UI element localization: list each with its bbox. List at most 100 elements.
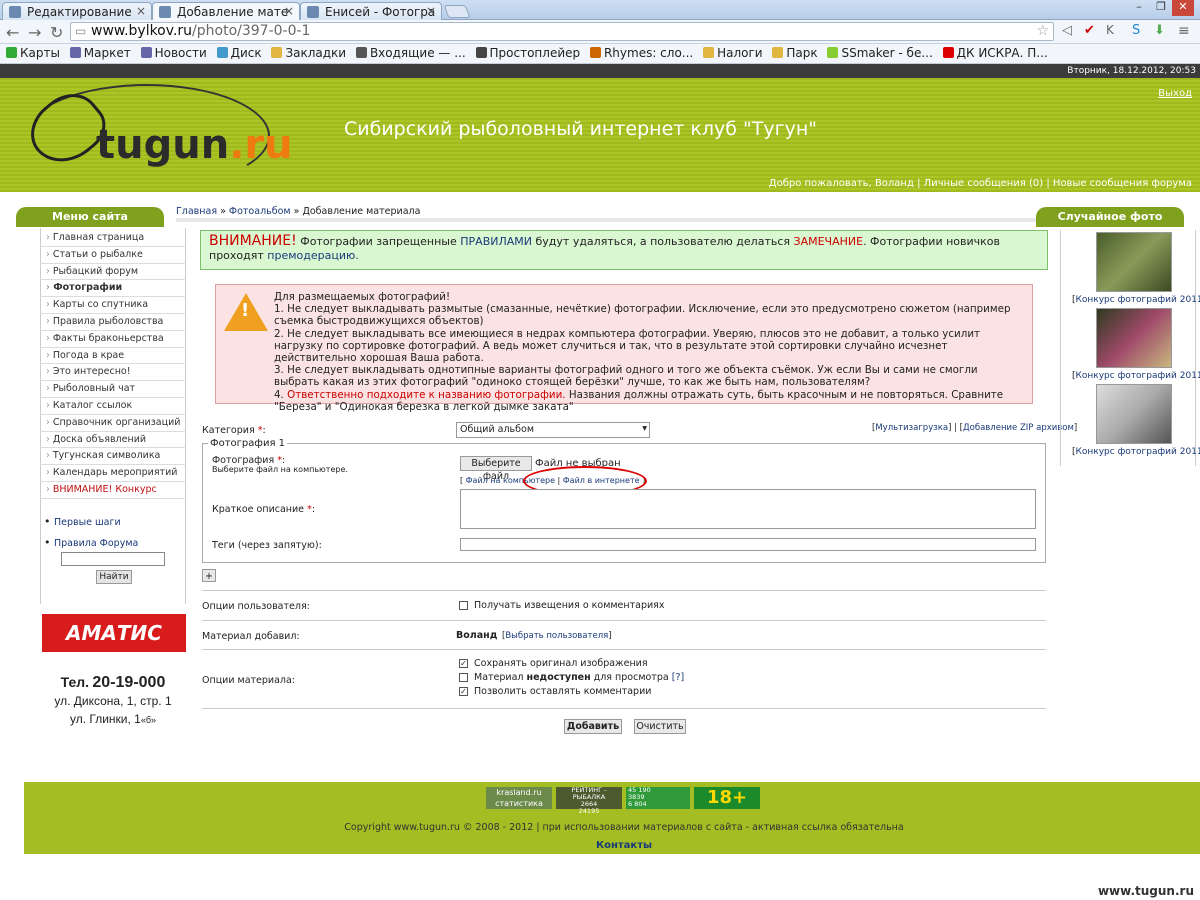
category-select[interactable]: Общий альбом ▾ (456, 422, 650, 438)
menu-item-organizations[interactable]: Справочник организаций (40, 415, 186, 432)
search-button[interactable]: Найти (96, 570, 132, 584)
premoderation-link[interactable]: премодерацию. (267, 249, 358, 262)
menu-item-forum[interactable]: Рыбацкий форум (40, 264, 186, 281)
choose-file-button[interactable]: Выберите файл (460, 456, 532, 482)
add-photo-button[interactable]: + (202, 569, 216, 582)
address-bar[interactable]: ▭ www.bylkov.ru/photo/397-0-0-1 ☆ (70, 22, 1054, 41)
breadcrumb: Главная » Фотоальбом » Добавление матери… (176, 206, 421, 217)
bookmark-maps[interactable]: Карты (6, 44, 60, 62)
star-icon[interactable]: ☆ (1036, 23, 1049, 40)
tab-edit[interactable]: Редактирование × (2, 2, 152, 20)
tab-add-material[interactable]: Добавление мате × (152, 2, 300, 21)
new-tab-button[interactable] (443, 5, 471, 18)
maps-icon (6, 47, 17, 58)
hidden-checkbox[interactable] (459, 673, 468, 682)
left-menu: Главная страница Статьи о рыбалке Рыбацк… (40, 230, 186, 499)
bookmark-news[interactable]: Новости (140, 44, 207, 62)
photo-caption-1[interactable]: [Конкурс фотографий 2011] (1072, 295, 1200, 305)
divider (202, 590, 1046, 591)
rules-link[interactable]: ПРАВИЛАМИ (460, 235, 532, 248)
menu-item-articles[interactable]: Статьи о рыбалке (40, 247, 186, 264)
material-options-label: Опции материала: (202, 675, 296, 686)
upload-mode-links: [Мультизагрузка] | [Добавление ZIP архив… (872, 423, 1078, 433)
pdf-icon[interactable]: ✔ (1084, 23, 1095, 38)
menu-item-satellite-maps[interactable]: Карты со спутника (40, 297, 186, 314)
bookmark-disk[interactable]: Диск (216, 44, 262, 62)
bookmark-dk-iskra[interactable]: ДК ИСКРА. П... (942, 44, 1048, 62)
skype-icon[interactable]: S (1132, 23, 1140, 38)
photo-caption-3[interactable]: [Конкурс фотографий 2011] (1072, 447, 1200, 457)
submit-button[interactable]: Добавить (564, 719, 622, 734)
close-icon[interactable]: × (136, 4, 146, 18)
bookmark-ssmaker[interactable]: SSmaker - бе... (827, 44, 933, 62)
amatis-banner[interactable]: АМАТИС (42, 614, 186, 652)
tags-input[interactable] (460, 538, 1036, 551)
bookmark-rhymes[interactable]: Rhymes: сло... (589, 44, 693, 62)
clear-button[interactable]: Очистить (634, 719, 686, 734)
menu-item-symbols[interactable]: Тугунская символика (40, 448, 186, 466)
site-search-input[interactable] (61, 552, 165, 566)
menu-item-weather[interactable]: Погода в крае (40, 348, 186, 365)
description-textarea[interactable] (460, 489, 1036, 529)
random-photo-1[interactable] (1096, 232, 1172, 292)
category-label: Категория *: (202, 425, 266, 436)
back-icon[interactable]: ← (6, 23, 19, 42)
notify-checkbox[interactable] (459, 601, 468, 610)
reload-icon[interactable]: ↻ (50, 23, 63, 42)
k-extension-icon[interactable]: K (1106, 23, 1114, 37)
aside-links: • Первые шаги • Правила Форума (44, 512, 138, 554)
keep-original-checkbox[interactable]: ✓ (459, 659, 468, 668)
page-icon (307, 6, 319, 18)
download-icon[interactable]: ⬇ (1154, 23, 1165, 38)
pencil-icon (9, 6, 21, 18)
menu-item-fishing-rules[interactable]: Правила рыболовства (40, 314, 186, 331)
close-icon[interactable]: × (284, 4, 294, 18)
menu-item-calendar[interactable]: Календарь мероприятий (40, 465, 186, 482)
contacts-link[interactable]: Контакты (0, 840, 1200, 851)
forward-icon[interactable]: → (28, 23, 41, 42)
allow-comments-checkbox[interactable]: ✓ (459, 687, 468, 696)
folder-icon (271, 47, 283, 58)
menu-item-poaching[interactable]: Факты браконьерства (40, 331, 186, 348)
bookmark-inbox[interactable]: Входящие — ... (355, 44, 466, 62)
youtube-icon (942, 47, 954, 58)
link-forum-rules[interactable]: • Правила Форума (44, 533, 138, 554)
fishing-rating-counter[interactable]: РЕЙТИНГ - РЫБАЛКА 2664 24195 (556, 787, 622, 815)
maximize-button[interactable]: ❐ (1150, 0, 1172, 16)
bookmark-market[interactable]: Маркет (69, 44, 131, 62)
photo-caption-2[interactable]: [Конкурс фотографий 2011] (1072, 371, 1200, 381)
minimize-button[interactable]: – (1128, 0, 1150, 16)
bookmark-folder-taxes[interactable]: Налоги (703, 44, 763, 62)
user-link[interactable]: Воланд (875, 178, 914, 189)
logout-link[interactable]: Выход (1158, 88, 1192, 99)
pick-user-link[interactable]: [Выбрать пользователя] (502, 631, 612, 641)
menu-icon[interactable]: ≡ (1178, 23, 1190, 39)
menu-item-photos[interactable]: Фотографии (40, 280, 186, 298)
close-icon[interactable]: × (426, 4, 436, 18)
menu-item-chat[interactable]: Рыболовный чат (40, 381, 186, 398)
mail-icon (355, 47, 367, 58)
random-photo-2[interactable] (1096, 308, 1172, 368)
menu-item-interesting[interactable]: Это интересно! (40, 364, 186, 382)
bookmark-folder-park[interactable]: Парк (772, 44, 818, 62)
bookmark-player[interactable]: Простоплейер (475, 44, 580, 62)
link-first-steps[interactable]: • Первые шаги (44, 512, 138, 533)
folder-icon (703, 47, 715, 58)
menu-item-ads[interactable]: Доска объявлений (40, 432, 186, 449)
tab-enisey[interactable]: Енисей - Фотогра × (300, 2, 442, 20)
forum-messages-link[interactable]: Новые сообщения форума (1053, 178, 1192, 189)
liveinternet-counter[interactable]: 45 190 3839 6 804 (626, 787, 690, 809)
photo-hint: Выберите файл на компьютере. (212, 465, 348, 474)
krasland-counter[interactable]: krasland.ru статистика (486, 787, 552, 809)
speaker-icon[interactable]: ◁ (1062, 23, 1072, 38)
bookmarks-bar: Карты Маркет Новости Диск Закладки Входя… (0, 44, 1200, 64)
speaker-icon (475, 47, 487, 58)
site-logo[interactable]: tugun.ru (96, 122, 293, 168)
menu-item-links[interactable]: Каталог ссылок (40, 398, 186, 415)
private-messages-link[interactable]: Личные сообщения (0) (924, 178, 1044, 189)
menu-item-home[interactable]: Главная страница (40, 230, 186, 247)
bookmark-folder-bookmarks[interactable]: Закладки (271, 44, 346, 62)
close-window-button[interactable]: ✕ (1172, 0, 1194, 16)
random-photo-3[interactable] (1096, 384, 1172, 444)
menu-item-contest[interactable]: ВНИМАНИЕ! Конкурс (40, 482, 186, 499)
